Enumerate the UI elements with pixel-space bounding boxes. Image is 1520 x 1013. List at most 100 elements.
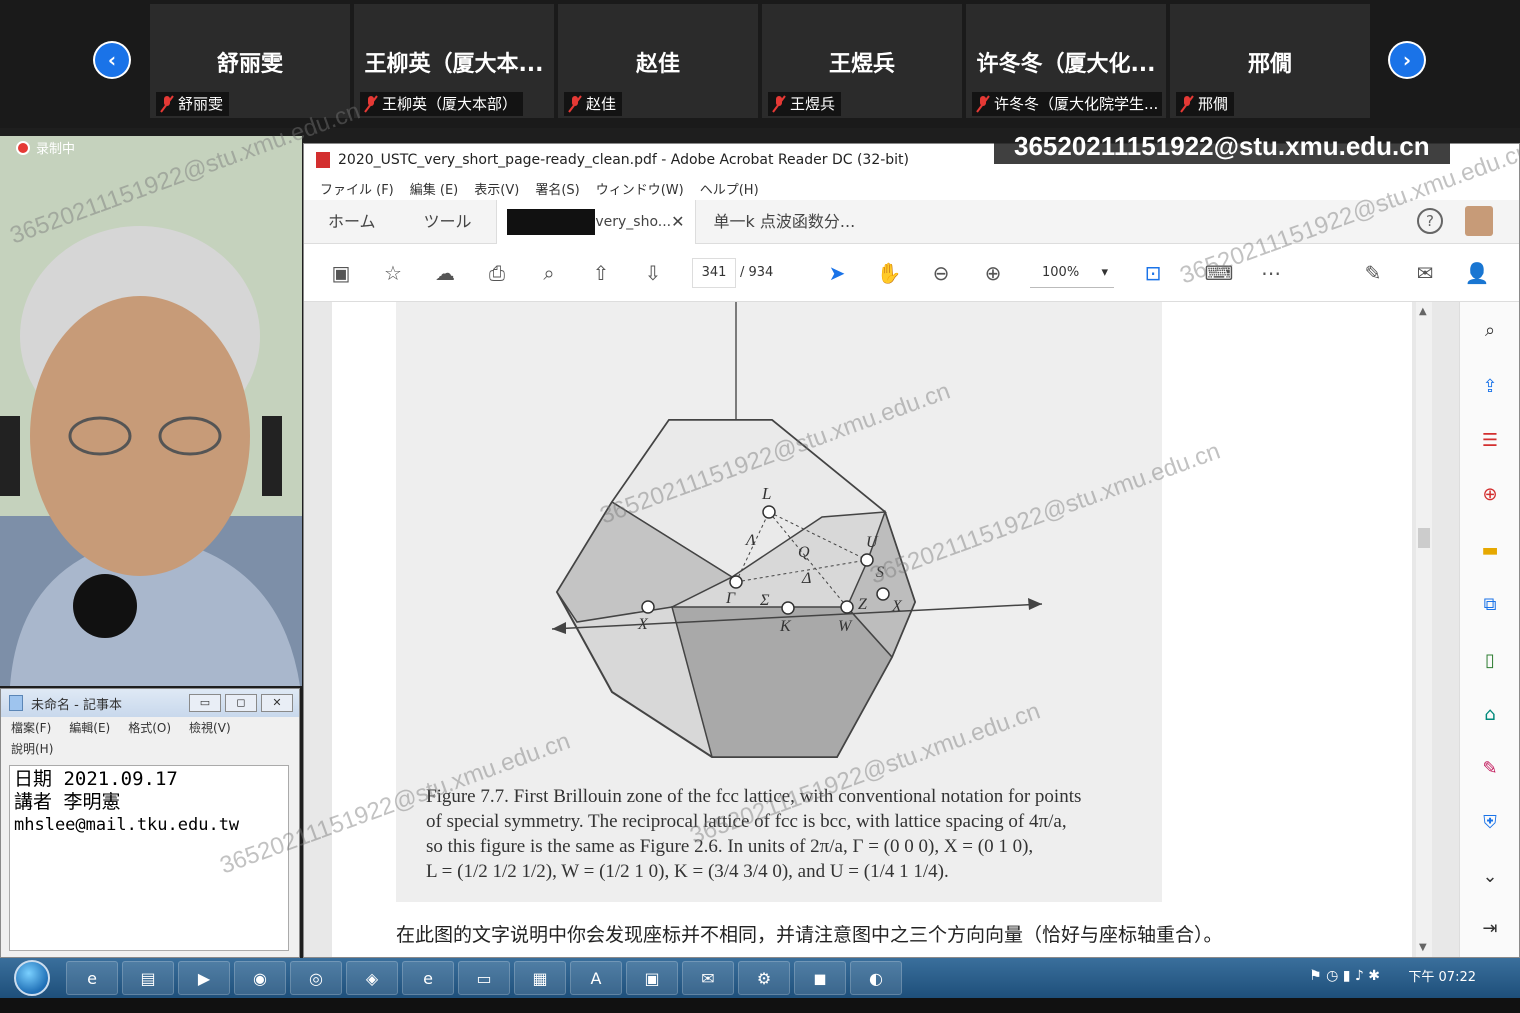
tab-document-active[interactable]: very_sho... ✕ — [495, 199, 696, 244]
vertical-scrollbar[interactable]: ▲ ▼ — [1416, 302, 1432, 957]
search-icon[interactable]: ⌕ — [534, 258, 564, 288]
speaker-video — [0, 136, 302, 686]
participant-name: 王柳英（厦大本... — [364, 52, 544, 77]
chevron-down-icon[interactable]: ⌄ — [1476, 862, 1504, 890]
avatar[interactable] — [1465, 206, 1493, 236]
taskbar-acrobat-icon[interactable]: A — [570, 961, 622, 995]
fill-sign-icon[interactable]: ✎ — [1476, 754, 1504, 782]
label-K: K — [780, 618, 791, 635]
start-button[interactable] — [10, 958, 54, 998]
scan-icon[interactable]: ⌂ — [1476, 700, 1504, 728]
protect-icon[interactable]: ⛨ — [1476, 808, 1504, 836]
taskbar-ie-icon[interactable]: e — [66, 961, 118, 995]
prev-participants-button[interactable]: ‹ — [93, 41, 131, 79]
menu-view[interactable]: 檢視(V) — [189, 719, 231, 736]
print-icon[interactable]: ⎙ — [482, 258, 512, 288]
menu-file[interactable]: ファイル (F) — [320, 179, 394, 198]
create-pdf-icon[interactable]: ⊕ — [1476, 480, 1504, 508]
collapse-panel-icon[interactable]: ⇥ — [1476, 914, 1504, 942]
taskbar-app-icon[interactable]: ◈ — [346, 961, 398, 995]
compress-icon[interactable]: ▯ — [1476, 646, 1504, 674]
scroll-down-icon[interactable]: ▼ — [1419, 942, 1427, 953]
chevron-right-icon: › — [1390, 43, 1424, 77]
zoom-select[interactable]: 100% ▾ — [1030, 258, 1114, 288]
document-viewport[interactable]: L Λ Q U Δ S Γ Σ X K W Z X Figure 7.7. Fi… — [304, 302, 1464, 957]
label-S: S — [876, 564, 884, 581]
cloud-upload-icon[interactable]: ☁ — [430, 258, 460, 288]
organize-pages-icon[interactable]: ☰ — [1476, 426, 1504, 454]
more-icon[interactable]: ⋯ — [1256, 258, 1286, 288]
mail-icon[interactable]: ✉ — [1410, 258, 1440, 288]
star-icon[interactable]: ☆ — [378, 258, 408, 288]
keyboard-icon[interactable]: ⌨ — [1204, 258, 1234, 288]
menu-edit[interactable]: 編集 (E) — [410, 179, 459, 198]
participant-tile[interactable]: 许冬冬（厦大化... 许冬冬（厦大化院学生... — [966, 4, 1166, 118]
taskbar-app-icon[interactable]: ◐ — [850, 961, 902, 995]
taskbar-wechat-icon[interactable]: ✉ — [682, 961, 734, 995]
taskbar-chrome-icon[interactable]: ◎ — [290, 961, 342, 995]
taskbar-clock[interactable]: 下午 07:22 — [1408, 958, 1476, 998]
participant-tile[interactable]: 邢僩 邢僩 — [1170, 4, 1370, 118]
taskbar-app-icon[interactable]: ▦ — [514, 961, 566, 995]
add-user-icon[interactable]: 👤 — [1462, 258, 1492, 288]
comment-icon[interactable]: ▬ — [1476, 536, 1504, 564]
menu-view[interactable]: 表示(V) — [474, 179, 519, 198]
menu-help[interactable]: ヘルプ(H) — [700, 179, 759, 198]
minimize-button[interactable]: ▭ — [189, 694, 221, 712]
zoom-out-icon[interactable]: ⊖ — [926, 258, 956, 288]
label-W: W — [838, 618, 852, 635]
taskbar-notepad-icon[interactable]: ▭ — [458, 961, 510, 995]
system-tray-icons[interactable]: ⚑ ◷ ▮ ♪ ✱ — [1309, 968, 1380, 984]
page-number-input[interactable]: 341 — [692, 258, 736, 288]
fit-page-icon[interactable]: ⊡ — [1138, 258, 1168, 288]
hand-tool-icon[interactable]: ✋ — [874, 258, 904, 288]
notepad-line: 日期 2021.09.17 — [14, 768, 178, 790]
sign-icon[interactable]: ✎ — [1358, 258, 1388, 288]
taskbar-edge-icon[interactable]: e — [402, 961, 454, 995]
notepad-window[interactable]: 未命名 - 記事本 ▭ ◻ ✕ 檔案(F) 編輯(E) 格式(O) 檢視(V) … — [0, 688, 300, 958]
participant-strip: ‹ 舒丽雯 舒丽雯 王柳英（厦大本... 王柳英（厦大本部） 赵佳 赵佳 王煜兵… — [0, 0, 1520, 128]
menu-sign[interactable]: 署名(S) — [535, 179, 579, 198]
taskbar-app-icon[interactable]: ▣ — [626, 961, 678, 995]
close-button[interactable]: ✕ — [261, 694, 293, 712]
next-participants-button[interactable]: › — [1388, 41, 1426, 79]
notepad-titlebar[interactable]: 未命名 - 記事本 ▭ ◻ ✕ — [1, 689, 299, 717]
participant-tile[interactable]: 赵佳 赵佳 — [558, 4, 758, 118]
scroll-up-icon[interactable]: ▲ — [1419, 306, 1427, 317]
zoom-search-icon[interactable]: ⌕ — [1476, 316, 1504, 344]
combine-files-icon[interactable]: ⧉ — [1476, 590, 1504, 618]
menu-window[interactable]: ウィンドウ(W) — [596, 179, 684, 198]
label-lambda: Λ — [746, 532, 756, 549]
notepad-text-area[interactable]: 日期 2021.09.17 講者 李明憲 mhslee@mail.tku.edu… — [9, 765, 289, 951]
zoom-in-icon[interactable]: ⊕ — [978, 258, 1008, 288]
label-Z: Z — [858, 596, 867, 613]
close-tab-icon[interactable]: ✕ — [671, 200, 684, 244]
help-icon[interactable]: ? — [1417, 208, 1443, 234]
taskbar-media-icon[interactable]: ▶ — [178, 961, 230, 995]
maximize-button[interactable]: ◻ — [225, 694, 257, 712]
menu-file[interactable]: 檔案(F) — [11, 719, 51, 736]
mic-muted-icon — [364, 95, 378, 113]
taskbar-zoom-icon[interactable]: ◼ — [794, 961, 846, 995]
select-cursor-icon[interactable]: ➤ — [822, 258, 852, 288]
figure-caption: Figure 7.7. First Brillouin zone of the … — [426, 784, 1186, 884]
participant-tile[interactable]: 舒丽雯 舒丽雯 — [150, 4, 350, 118]
taskbar-explorer-icon[interactable]: ▤ — [122, 961, 174, 995]
page-up-icon[interactable]: ⇧ — [586, 258, 616, 288]
participant-tile[interactable]: 王柳英（厦大本... 王柳英（厦大本部） — [354, 4, 554, 118]
tab-tools[interactable]: ツール — [400, 200, 496, 244]
export-pdf-icon[interactable]: ⇪ — [1476, 372, 1504, 400]
taskbar-app-icon[interactable]: ◉ — [234, 961, 286, 995]
taskbar-app-icon[interactable]: ⚙ — [738, 961, 790, 995]
menu-help[interactable]: 說明(H) — [11, 740, 53, 757]
tab-document[interactable]: 单一k 点波函数分... — [696, 200, 916, 244]
acrobat-window[interactable]: 2020_USTC_very_short_page-ready_clean.pd… — [303, 143, 1520, 958]
menu-format[interactable]: 格式(O) — [128, 719, 171, 736]
participant-tile[interactable]: 王煜兵 王煜兵 — [762, 4, 962, 118]
tab-home[interactable]: ホーム — [304, 200, 400, 244]
save-icon[interactable]: ▣ — [326, 258, 356, 288]
page-down-icon[interactable]: ⇩ — [638, 258, 668, 288]
participant-name: 赵佳 — [635, 52, 680, 77]
scroll-thumb[interactable] — [1418, 528, 1430, 548]
menu-edit[interactable]: 編輯(E) — [69, 719, 110, 736]
